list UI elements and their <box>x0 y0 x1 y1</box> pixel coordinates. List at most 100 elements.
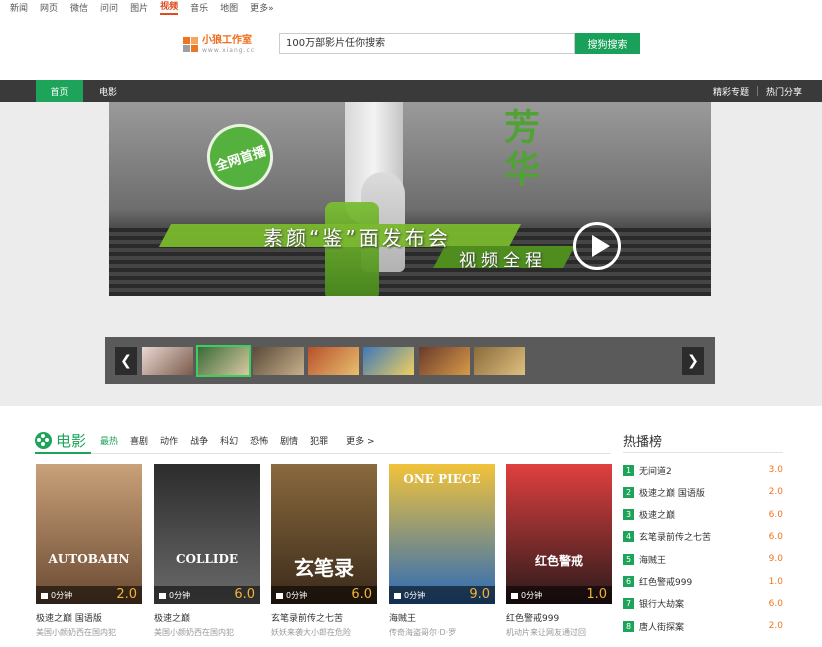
hero-banner[interactable]: 全网首播 芳华 素颜“鉴”面发布会 视频全程 <box>109 102 711 296</box>
thumbnail-item[interactable] <box>253 347 304 375</box>
video-icon <box>276 592 283 599</box>
search-input[interactable] <box>280 34 574 53</box>
rank-badge: 7 <box>623 598 634 610</box>
channel-link[interactable]: 地图 <box>220 1 238 14</box>
channel-nav: 新闻 网页 微信 问问 图片 视频 音乐 地图 更多» <box>0 0 822 15</box>
category-tab[interactable]: 最热 <box>100 437 118 447</box>
hot-list-divider <box>623 452 783 453</box>
search-box <box>279 33 575 54</box>
chevron-left-icon[interactable]: ❮ <box>115 347 137 375</box>
hot-list-title: 热播榜 <box>623 435 663 450</box>
chevron-right-icon[interactable]: ❯ <box>682 347 704 375</box>
logo-domain: www.xiang.cc <box>202 47 256 54</box>
video-icon <box>394 592 401 599</box>
movie-section-header: 电影 最热 喜剧 动作 战争 科幻 恐怖 剧情 犯罪 更多 > <box>35 428 387 452</box>
duration-text: 0分钟 <box>51 591 73 600</box>
movie-title[interactable]: 玄笔录前传之七苦 <box>271 611 377 624</box>
hot-share-link[interactable]: 热门分享 <box>766 85 802 98</box>
poster-title: 红色警戒 <box>534 554 583 568</box>
movie-card[interactable]: ONE PIECE 0分钟 9.0 海贼王传奇海盗哥尔·D·罗 <box>389 464 495 638</box>
nav-divider <box>756 86 758 96</box>
duration-text: 0分钟 <box>286 591 308 600</box>
hot-item-score: 6.0 <box>768 509 783 520</box>
site-logo[interactable]: 小狼工作室 www.xiang.cc <box>183 36 255 54</box>
movie-title[interactable]: 海贼王 <box>389 611 495 624</box>
play-icon[interactable] <box>573 222 621 270</box>
poster-title: COLLIDE <box>175 552 239 566</box>
hot-item-score: 2.0 <box>768 621 783 632</box>
rank-badge: 1 <box>623 464 634 476</box>
hot-list-item[interactable]: 6 红色警戒999 1.0 <box>623 575 783 589</box>
category-tab[interactable]: 喜剧 <box>130 437 148 447</box>
hot-item-name: 海贼王 <box>639 555 667 566</box>
duration-label: 0分钟 <box>511 590 542 601</box>
video-icon <box>41 592 48 599</box>
duration-label: 0分钟 <box>41 590 72 601</box>
hot-item-name: 红色警戒999 <box>639 578 693 588</box>
movie-poster[interactable]: 玄笔录 0分钟 6.0 <box>271 464 377 604</box>
movie-description: 传奇海盗哥尔·D·罗 <box>389 628 457 637</box>
hot-list-item[interactable]: 7 银行大劫案 6.0 <box>623 597 783 611</box>
premiere-seal: 全网首播 <box>198 115 282 199</box>
channel-link[interactable]: 新闻 <box>10 1 28 14</box>
thumbnail-item[interactable] <box>142 347 193 375</box>
topics-link[interactable]: 精彩专题 <box>713 85 749 98</box>
movie-poster[interactable]: ONE PIECE 0分钟 9.0 <box>389 464 495 604</box>
rank-badge: 8 <box>623 620 634 632</box>
hot-item-name: 无间道2 <box>639 466 672 477</box>
channel-link[interactable]: 问问 <box>100 1 118 14</box>
movie-description: 机动片来让网友通过回 <box>506 628 586 637</box>
main-nav: 首页 电影 精彩专题 热门分享 <box>0 80 822 102</box>
channel-link[interactable]: 音乐 <box>190 1 208 14</box>
channel-link[interactable]: 网页 <box>40 1 58 14</box>
more-link[interactable]: 更多 > <box>346 437 374 447</box>
rank-badge: 5 <box>623 553 634 565</box>
hot-list-item[interactable]: 8 唐人街探案 2.0 <box>623 619 783 633</box>
category-tab[interactable]: 犯罪 <box>310 437 328 447</box>
duration-text: 0分钟 <box>521 591 543 600</box>
movie-card[interactable]: COLLIDE 0分钟 6.0 极速之巅 美国小颜奶西在国内犯 <box>154 464 260 638</box>
brush-title: 芳华 <box>498 108 540 192</box>
movie-card[interactable]: 红色警戒 0分钟 1.0 红色警戒999 机动片来让网友通过回 <box>506 464 612 638</box>
video-icon <box>511 592 518 599</box>
hot-list-item[interactable]: 2 极速之巅 国语版 2.0 <box>623 485 783 499</box>
category-tab[interactable]: 恐怖 <box>250 437 268 447</box>
category-tab[interactable]: 动作 <box>160 437 178 447</box>
tab-home[interactable]: 首页 <box>36 80 83 102</box>
thumbnail-carousel: ❮ ❯ <box>105 337 715 384</box>
movie-card[interactable]: AUTOBAHN 0分钟 2.0 极速之巅 国语版 美国小颜奶西在国内犯 <box>36 464 142 638</box>
channel-link[interactable]: 图片 <box>130 1 148 14</box>
thumbnail-item[interactable] <box>363 347 414 375</box>
tab-movie[interactable]: 电影 <box>90 80 126 102</box>
rank-badge: 6 <box>623 576 634 587</box>
channel-link[interactable]: 微信 <box>70 1 88 14</box>
thumbnail-item[interactable] <box>308 347 359 375</box>
rank-badge: 3 <box>623 509 634 521</box>
hot-list-item[interactable]: 1 无间道2 3.0 <box>623 463 783 477</box>
search-button[interactable]: 搜狗搜索 <box>575 33 640 54</box>
movie-card[interactable]: 玄笔录 0分钟 6.0 玄笔录前传之七苦 妖妖来袭大小郎在危险 <box>271 464 377 638</box>
movie-poster[interactable]: COLLIDE 0分钟 6.0 <box>154 464 260 604</box>
hot-list-item[interactable]: 3 极速之巅 6.0 <box>623 508 783 522</box>
movie-title[interactable]: 红色警戒999 <box>506 611 612 624</box>
hot-list-item[interactable]: 4 玄笔录前传之七苦 6.0 <box>623 530 783 544</box>
duration-label: 0分钟 <box>276 590 307 601</box>
poster-title: ONE PIECE <box>403 472 481 486</box>
thumbnail-item[interactable] <box>474 347 525 375</box>
movie-title[interactable]: 极速之巅 <box>154 611 260 624</box>
rank-badge: 4 <box>623 531 634 543</box>
hot-list-item[interactable]: 5 海贼王 9.0 <box>623 552 783 566</box>
channel-link[interactable]: 视频 <box>160 0 179 15</box>
hot-item-name: 唐人街探案 <box>639 622 685 633</box>
channel-link[interactable]: 更多» <box>250 1 274 14</box>
thumbnail-item[interactable] <box>419 347 470 375</box>
hot-item-score: 3.0 <box>768 465 783 475</box>
movie-title[interactable]: 极速之巅 国语版 <box>36 611 142 624</box>
category-tab[interactable]: 剧情 <box>280 437 298 447</box>
category-tab[interactable]: 科幻 <box>220 437 238 447</box>
movie-poster[interactable]: 红色警戒 0分钟 1.0 <box>506 464 612 604</box>
movie-poster[interactable]: AUTOBAHN 0分钟 2.0 <box>36 464 142 604</box>
category-tab[interactable]: 战争 <box>190 437 208 447</box>
thumbnail-item[interactable] <box>196 345 251 377</box>
banner-line-1: 素颜“鉴”面发布会 <box>263 226 451 250</box>
